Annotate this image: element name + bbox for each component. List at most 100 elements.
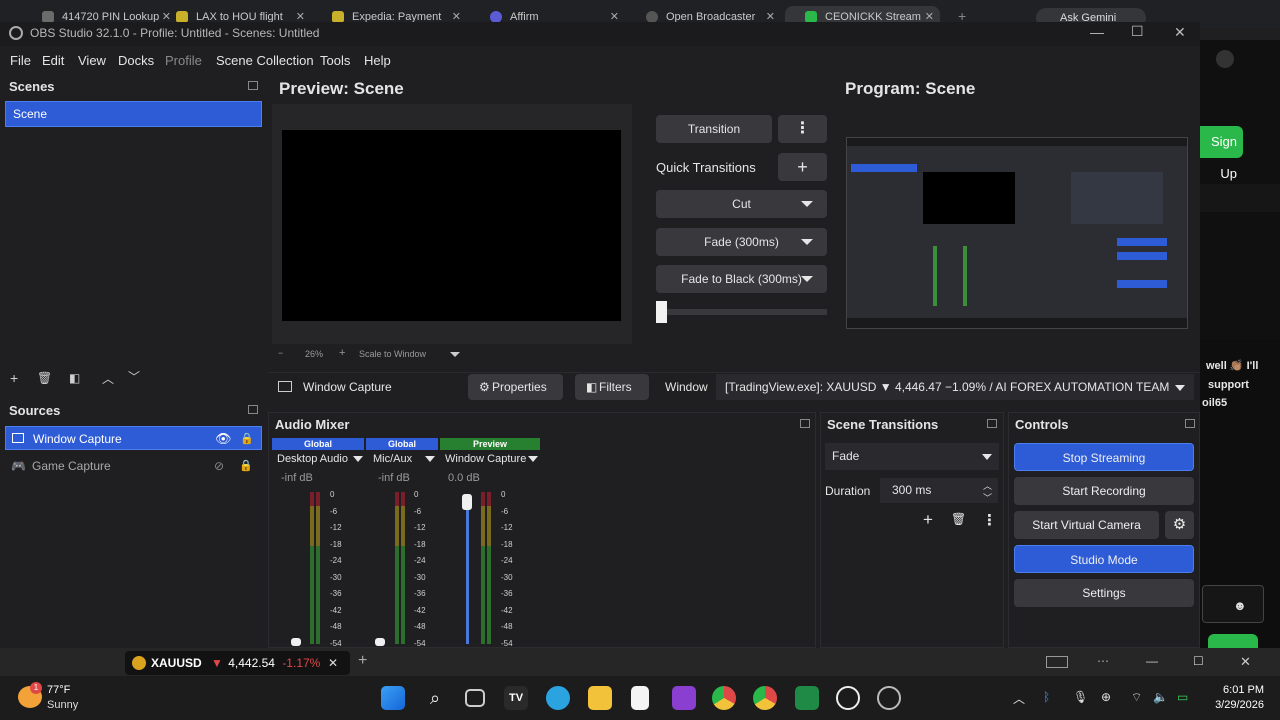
scale-to-window-select[interactable]: Scale to Window	[359, 349, 426, 359]
lock-icon[interactable]: 🔒	[239, 454, 253, 478]
filters-button[interactable]: ◧ Filters	[575, 374, 649, 400]
more-options-icon[interactable]: ⋮	[778, 115, 827, 143]
file-explorer-icon[interactable]	[588, 686, 612, 710]
volume-icon[interactable]: 🔈	[1153, 690, 1168, 704]
telegram-icon[interactable]	[546, 686, 570, 710]
fade-button[interactable]: Fade (300ms)	[656, 228, 827, 256]
start-virtual-camera-button[interactable]: Start Virtual Camera	[1014, 511, 1159, 539]
chevron-down-icon[interactable]	[425, 456, 435, 462]
minimize-icon[interactable]: —	[1146, 654, 1158, 668]
maximize-icon[interactable]: ☐	[1131, 23, 1144, 40]
volume-slider-track[interactable]	[466, 505, 469, 644]
dock-float-icon[interactable]	[248, 405, 258, 414]
battery-icon[interactable]: ▭	[1177, 690, 1188, 704]
menu-docks[interactable]: Docks	[118, 53, 154, 68]
more-horizontal-icon[interactable]: ⋯	[1097, 654, 1109, 668]
chevron-down-icon[interactable]	[801, 201, 813, 207]
windows-start-icon[interactable]	[381, 686, 405, 710]
lock-icon[interactable]: 🔒	[240, 427, 254, 451]
transition-button[interactable]: Transition	[656, 115, 772, 143]
menu-profile[interactable]: Profile	[165, 53, 202, 68]
volume-slider-knob[interactable]	[291, 638, 301, 646]
chevron-down-icon[interactable]	[982, 454, 992, 460]
add-widget-icon[interactable]: +	[358, 652, 367, 670]
chrome-profile-icon[interactable]	[753, 686, 777, 710]
zoom-in-icon[interactable]: +	[339, 347, 345, 359]
menu-scene-collection[interactable]: Scene Collection	[216, 53, 314, 68]
transition-select[interactable]: Fade	[825, 443, 999, 470]
menu-file[interactable]: File	[10, 53, 31, 68]
chat-send-button[interactable]	[1208, 634, 1258, 648]
fade-to-black-button[interactable]: Fade to Black (300ms)	[656, 265, 827, 293]
chevron-down-icon[interactable]: ﹀	[983, 486, 992, 511]
trash-icon[interactable]: 🗑	[951, 512, 966, 526]
t-bar-handle[interactable]	[656, 301, 667, 323]
bluetooth-icon[interactable]: ᛒ	[1043, 690, 1050, 704]
maximize-icon[interactable]: ☐	[1193, 654, 1204, 668]
volume-slider-knob[interactable]	[375, 638, 385, 646]
visibility-hidden-icon[interactable]: ⊘	[214, 454, 224, 478]
virtual-camera-settings-gear-icon[interactable]: ⚙	[1165, 511, 1194, 539]
visibility-eye-icon[interactable]: 👁	[215, 427, 232, 451]
start-recording-button[interactable]: Start Recording	[1014, 477, 1194, 505]
add-icon[interactable]: +	[10, 370, 18, 386]
move-down-icon[interactable]: ﹀	[128, 368, 140, 385]
excel-icon[interactable]	[795, 686, 819, 710]
settings-button[interactable]: Settings	[1014, 579, 1194, 607]
more-options-icon[interactable]: ⋮	[982, 511, 997, 529]
chevron-up-icon[interactable]: ︿	[1013, 690, 1025, 707]
search-icon[interactable]: ⌕	[423, 686, 447, 710]
twitch-icon[interactable]	[672, 686, 696, 710]
menu-tools[interactable]: Tools	[320, 53, 350, 68]
emoji-icon[interactable]: ☻	[1233, 598, 1247, 613]
chevron-down-icon[interactable]	[801, 239, 813, 245]
sign-up-button[interactable]: Sign Up	[1200, 126, 1243, 181]
dock-float-icon[interactable]	[800, 419, 810, 428]
zoom-out-icon[interactable]: −	[278, 348, 283, 358]
close-icon[interactable]: ✕	[328, 651, 338, 675]
chatgpt-icon[interactable]	[836, 686, 860, 710]
trash-icon[interactable]: 🗑	[37, 371, 52, 385]
studio-mode-button[interactable]: Studio Mode	[1014, 545, 1194, 573]
menu-view[interactable]: View	[78, 53, 106, 68]
microphone-icon[interactable]: 🎙	[1073, 690, 1088, 704]
clock-date[interactable]: 3/29/2026	[1208, 699, 1264, 711]
minimize-icon[interactable]: —	[1090, 24, 1104, 40]
chevron-down-icon[interactable]	[1175, 385, 1185, 391]
volume-slider-knob[interactable]	[462, 494, 472, 510]
properties-button[interactable]: ⚙ Properties	[468, 374, 563, 400]
chevron-down-icon[interactable]	[528, 456, 538, 462]
add-icon[interactable]: +	[923, 510, 933, 530]
layout-icon[interactable]	[1046, 656, 1068, 668]
tradingview-icon[interactable]: TV	[504, 686, 528, 710]
cut-button[interactable]: Cut	[656, 190, 827, 218]
chrome-icon[interactable]	[712, 686, 736, 710]
scene-item[interactable]: Scene	[5, 101, 262, 127]
duration-spinbox[interactable]: 300 ms ︿ ﹀	[880, 478, 998, 503]
source-item[interactable]: 🎮 Game Capture ⊘ 🔒	[5, 454, 262, 478]
menu-help[interactable]: Help	[364, 53, 391, 68]
dock-float-icon[interactable]	[248, 81, 258, 90]
chevron-down-icon[interactable]	[353, 456, 363, 462]
avatar[interactable]	[1216, 50, 1234, 68]
preview-canvas[interactable]	[282, 130, 621, 321]
wifi-icon[interactable]: ⌔	[1131, 690, 1142, 705]
task-view-icon[interactable]	[465, 689, 485, 707]
close-icon[interactable]: ✕	[1240, 654, 1251, 670]
menu-edit[interactable]: Edit	[42, 53, 64, 68]
dock-float-icon[interactable]	[987, 419, 997, 428]
close-window-icon[interactable]: ✕	[1174, 24, 1186, 41]
t-bar-track[interactable]	[656, 309, 827, 315]
chevron-down-icon[interactable]	[450, 352, 460, 357]
dock-float-icon[interactable]	[1185, 419, 1195, 428]
stock-ticker[interactable]: XAUUSD ▼ 4,442.54 -1.17% ✕	[125, 651, 350, 675]
stop-streaming-button[interactable]: Stop Streaming	[1014, 443, 1194, 471]
move-up-icon[interactable]: ︿	[102, 370, 114, 387]
chevron-down-icon[interactable]	[801, 276, 813, 282]
obs-icon[interactable]	[877, 686, 901, 710]
filter-icon[interactable]: ◧	[69, 371, 80, 385]
window-select[interactable]: [TradingView.exe]: XAUUSD ▼ 4,446.47 −1.…	[716, 374, 1194, 400]
location-icon[interactable]: ⊕	[1101, 690, 1111, 704]
source-item[interactable]: Window Capture 👁 🔒	[5, 426, 262, 450]
clock-time[interactable]: 6:01 PM	[1216, 684, 1264, 696]
